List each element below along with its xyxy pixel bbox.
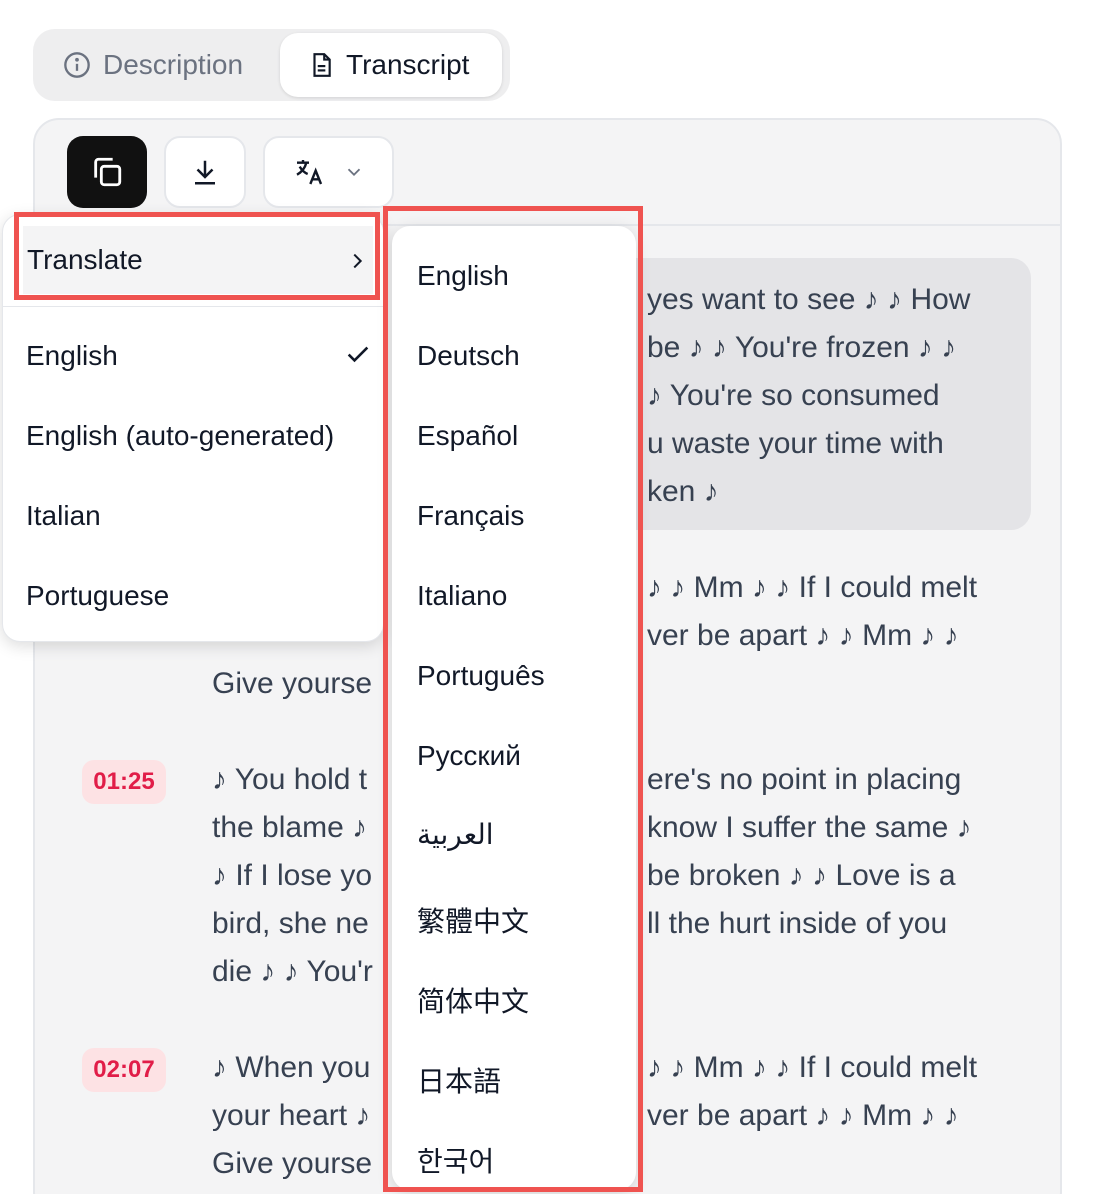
segment-text-continued: ♪ ♪ Mm ♪ ♪ If I could melt ver be apart … <box>647 1051 978 1132</box>
menu-item-portuguese[interactable]: Portuguese <box>26 580 169 612</box>
timestamp-badge[interactable]: 02:07 <box>82 1048 166 1092</box>
timestamp-badge[interactable]: 01:25 <box>82 760 166 804</box>
copy-button[interactable] <box>67 136 147 208</box>
view-tabs: Description Transcript <box>33 29 510 101</box>
segment-text-continued: ere's no point in placing know I suffer … <box>647 763 972 940</box>
segment-text: ♪ When you your heart ♪ Give yourse <box>212 1051 373 1180</box>
download-button[interactable] <box>164 136 246 208</box>
segment-text: ♪ You hold t the blame ♪ ♪ If I lose yo … <box>212 763 373 988</box>
active-segment-text: yes want to see ♪ ♪ How be ♪ ♪ You're fr… <box>647 283 971 508</box>
document-icon <box>313 53 331 77</box>
segment-text-continued: ♪ ♪ Mm ♪ ♪ If I could melt ver be apart … <box>647 571 978 652</box>
tab-description[interactable]: Description <box>63 33 243 97</box>
chevron-down-icon <box>347 168 360 177</box>
tab-transcript-label: Transcript <box>346 49 470 80</box>
copy-icon <box>94 157 122 187</box>
translate-highlight-frame <box>14 212 380 300</box>
segment-text: Give yourse <box>212 667 373 700</box>
info-icon <box>64 52 90 78</box>
submenu-highlight-frame <box>383 206 643 1192</box>
download-icon <box>195 160 215 185</box>
menu-divider <box>2 306 384 307</box>
menu-item-english[interactable]: English <box>26 340 118 372</box>
check-icon <box>347 346 369 363</box>
menu-item-italian[interactable]: Italian <box>26 500 101 532</box>
menu-item-english-auto[interactable]: English (auto-generated) <box>26 420 334 452</box>
tab-description-label: Description <box>103 49 244 80</box>
translate-dropdown-button[interactable] <box>263 136 394 208</box>
tab-transcript[interactable]: Transcript <box>280 33 502 97</box>
translate-icon <box>295 160 322 185</box>
